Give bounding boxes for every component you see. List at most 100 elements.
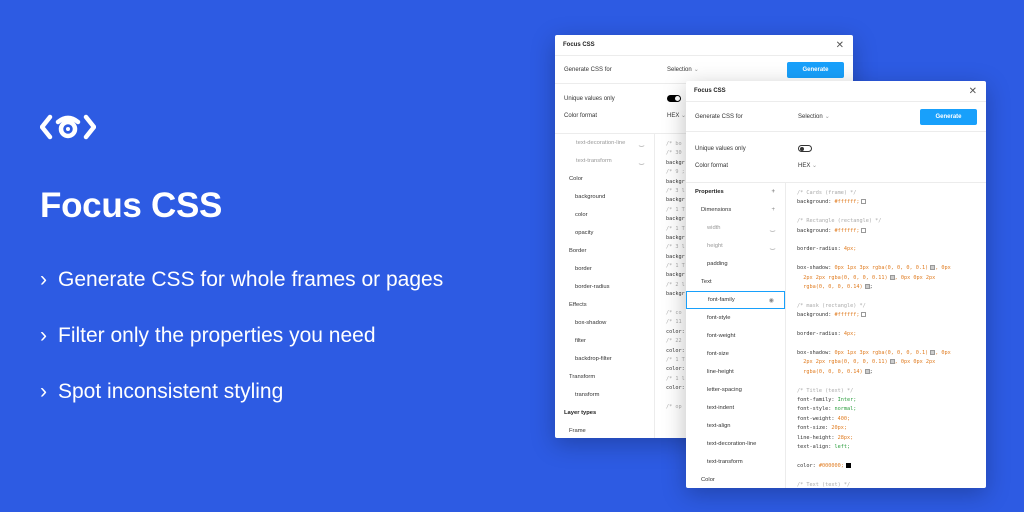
code-value: , 0px 0px 2px	[894, 274, 936, 281]
prop-group[interactable]: Transform	[555, 368, 654, 386]
prop-item[interactable]: filter	[555, 332, 654, 350]
close-icon[interactable]: ✕	[836, 40, 844, 51]
prop-label: Transform	[569, 374, 596, 380]
prop-item[interactable]: letter-spacing	[686, 381, 785, 399]
prop-item[interactable]: font-size	[686, 345, 785, 363]
chevron-down-icon: ⌄	[812, 163, 818, 169]
prop-section[interactable]: Properties +	[686, 183, 785, 201]
code-value: Inter;	[837, 396, 857, 403]
code-value: #ffffff;	[834, 227, 860, 234]
prop-item[interactable]: color	[555, 206, 654, 224]
code-value: 2px 2px	[803, 359, 826, 366]
selection-value: Selection	[667, 67, 692, 73]
code-value: 4px;	[843, 331, 857, 338]
eye-closed-icon[interactable]: ‿	[770, 243, 775, 250]
chevron-right-icon: ›	[40, 380, 47, 403]
code-prop: background:	[797, 227, 832, 234]
prop-item[interactable]: font-style	[686, 309, 785, 327]
color-format-dropdown[interactable]: HEX ⌄	[667, 112, 686, 119]
prop-group[interactable]: Frame	[555, 422, 654, 438]
code-prop: color:	[797, 462, 816, 469]
code-prop: background:	[797, 199, 832, 206]
code-value: 28px;	[837, 434, 854, 441]
prop-item[interactable]: text-indent	[686, 399, 785, 417]
code-comment: /* Rectangle (rectangle) */	[797, 218, 882, 225]
prop-item[interactable]: opacity	[555, 224, 654, 242]
eye-icon[interactable]: ◉	[769, 297, 774, 304]
selection-dropdown[interactable]: Selection ⌄	[667, 66, 787, 73]
code-value: rgba(0, 0, 0, 0.14)	[803, 368, 863, 375]
prop-section[interactable]: Layer types	[555, 404, 654, 422]
prop-item[interactable]: height ‿	[686, 237, 785, 255]
code-prop: font-style:	[797, 406, 832, 413]
prop-item[interactable]: font-weight	[686, 327, 785, 345]
code-value: , 0px	[935, 349, 951, 356]
unique-values-toggle[interactable]	[798, 145, 812, 152]
prop-group[interactable]: Effects	[555, 296, 654, 314]
prop-item[interactable]: width ‿	[686, 219, 785, 237]
code-value: rgba(0, 0, 0, 0.11)	[828, 274, 888, 281]
prop-label: Text	[701, 279, 712, 285]
code-value: normal;	[834, 406, 857, 413]
code-value: 400;	[837, 415, 851, 422]
plus-icon[interactable]: +	[771, 189, 775, 195]
prop-item[interactable]: border-radius	[555, 278, 654, 296]
prop-item[interactable]: padding	[686, 255, 785, 273]
generate-button[interactable]: Generate	[787, 61, 844, 78]
eye-code-icon	[40, 114, 96, 140]
prop-label: Color	[701, 477, 715, 483]
prop-item[interactable]: text-transform	[686, 453, 785, 471]
hero-section: Focus CSS › Generate CSS for whole frames…	[40, 112, 530, 434]
prop-item[interactable]: text-decoration-line ‿	[555, 134, 654, 152]
prop-group[interactable]: Border	[555, 242, 654, 260]
prop-item[interactable]: box-shadow	[555, 314, 654, 332]
feature-item: › Filter only the properties you need	[40, 322, 530, 350]
prop-label: box-shadow	[575, 320, 607, 326]
prop-label: text-transform	[707, 459, 743, 465]
prop-label: Effects	[569, 302, 587, 308]
prop-item[interactable]: text-transform ‿	[555, 152, 654, 170]
prop-item[interactable]: text-decoration-line	[686, 435, 785, 453]
plugin-window-front: Focus CSS ✕ Generate CSS for Selection ⌄ …	[686, 81, 986, 488]
prop-item[interactable]: line-height	[686, 363, 785, 381]
eye-closed-icon[interactable]: ‿	[639, 158, 644, 165]
generate-button[interactable]: Generate	[920, 108, 977, 125]
code-value: 4px;	[843, 246, 857, 253]
hero-title: Focus CSS	[40, 186, 223, 225]
color-swatch	[861, 199, 867, 205]
selection-dropdown[interactable]: Selection ⌄	[798, 113, 920, 120]
chevron-down-icon: ⌄	[824, 114, 830, 120]
prop-item[interactable]: text-align	[686, 417, 785, 435]
color-format-label: Color format	[564, 112, 598, 119]
code-comment: /* Cards (frame) */	[797, 190, 857, 196]
code-value: 20px;	[831, 425, 847, 432]
prop-label: opacity	[575, 230, 594, 236]
unique-values-toggle[interactable]	[667, 95, 681, 102]
prop-group[interactable]: Color	[555, 170, 654, 188]
code-prop: border-radius:	[797, 331, 841, 338]
plus-icon[interactable]: +	[771, 207, 775, 213]
generate-label: Generate CSS for	[695, 113, 743, 120]
code-value: rgba(0, 0, 0, 0.14)	[803, 284, 863, 291]
prop-group[interactable]: Color	[686, 471, 785, 488]
prop-item[interactable]: backdrop-filter	[555, 350, 654, 368]
prop-label: text-transform	[576, 158, 612, 164]
close-icon[interactable]: ✕	[969, 86, 977, 97]
code-value: 2px 2px	[803, 274, 826, 281]
prop-group[interactable]: Text	[686, 273, 785, 291]
prop-label: padding	[707, 261, 728, 267]
window-title: Focus CSS	[563, 42, 595, 48]
prop-group[interactable]: Dimensions +	[686, 201, 785, 219]
prop-item[interactable]: border	[555, 260, 654, 278]
code-value: 0px 1px 3px	[834, 265, 869, 272]
eye-closed-icon[interactable]: ‿	[770, 225, 775, 232]
code-comment: /* Text (text) */	[797, 481, 851, 488]
prop-item-selected[interactable]: font-family ◉	[686, 291, 785, 309]
color-format-dropdown[interactable]: HEX ⌄	[798, 162, 817, 169]
eye-closed-icon[interactable]: ‿	[639, 140, 644, 147]
prop-label: font-size	[707, 351, 729, 357]
prop-item[interactable]: background	[555, 188, 654, 206]
feature-label: Generate CSS for whole frames or pages	[58, 268, 444, 291]
prop-item[interactable]: transform	[555, 386, 654, 404]
feature-item: › Spot inconsistent styling	[40, 378, 530, 406]
